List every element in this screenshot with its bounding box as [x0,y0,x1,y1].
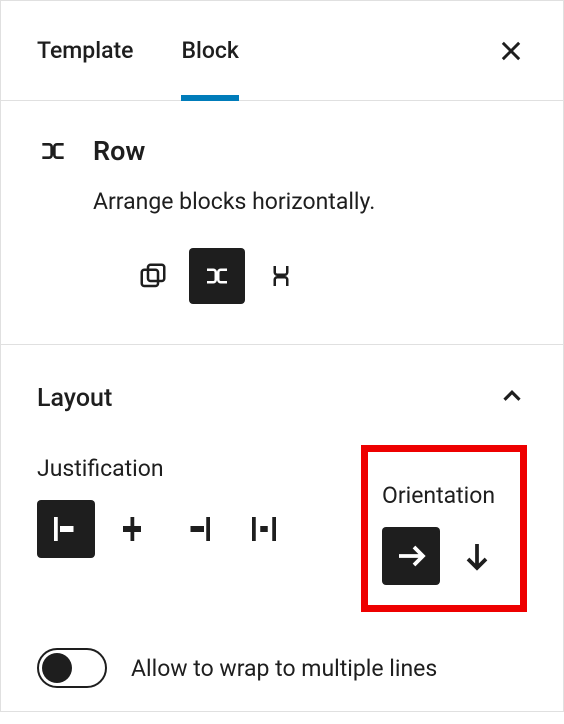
justify-left-button[interactable] [37,500,95,558]
group-icon [138,261,168,291]
orientation-highlight: Orientation [361,445,527,612]
justify-space-between-button[interactable] [235,500,293,558]
justify-space-between-icon [246,511,282,547]
arrow-right-icon [393,538,429,574]
block-transform-options [125,248,527,304]
tab-template-label: Template [37,37,133,64]
wrap-toggle[interactable] [37,648,107,688]
toggle-knob [42,653,72,683]
wrap-toggle-label: Allow to wrap to multiple lines [131,655,437,682]
justification-buttons [37,500,293,558]
row-block-icon [37,135,69,167]
layout-panel-title: Layout [37,384,112,413]
block-card: Row Arrange blocks horizontally. [1,101,563,345]
settings-tabs: Template Block [1,1,563,101]
tab-block-label: Block [181,37,238,64]
tab-block[interactable]: Block [157,1,262,100]
stack-icon [266,261,296,291]
close-icon [497,37,525,65]
arrow-down-icon [459,538,495,574]
transform-group-button[interactable] [125,248,181,304]
orientation-horizontal-button[interactable] [382,527,440,585]
justify-center-button[interactable] [103,500,161,558]
orientation-label: Orientation [382,482,506,509]
chevron-up-icon [497,381,527,415]
block-description: Arrange blocks horizontally. [93,185,527,218]
justify-left-icon [48,511,84,547]
block-title: Row [93,135,145,167]
justify-center-icon [114,511,150,547]
layout-panel-header[interactable]: Layout [37,381,527,415]
transform-row-button[interactable] [189,248,245,304]
justification-label: Justification [37,455,293,482]
tab-template[interactable]: Template [1,1,157,100]
orientation-buttons [382,527,506,585]
wrap-toggle-row: Allow to wrap to multiple lines [37,648,527,688]
layout-controls-row: Justification Orientation [37,455,527,612]
justify-right-button[interactable] [169,500,227,558]
layout-panel: Layout Justification [1,345,563,724]
block-head: Row [37,135,527,167]
transform-stack-button[interactable] [253,248,309,304]
justify-right-icon [180,511,216,547]
close-button[interactable] [487,27,535,75]
orientation-group: Orientation [382,482,506,585]
justification-group: Justification [37,455,293,558]
orientation-vertical-button[interactable] [448,527,506,585]
row-icon [202,261,232,291]
